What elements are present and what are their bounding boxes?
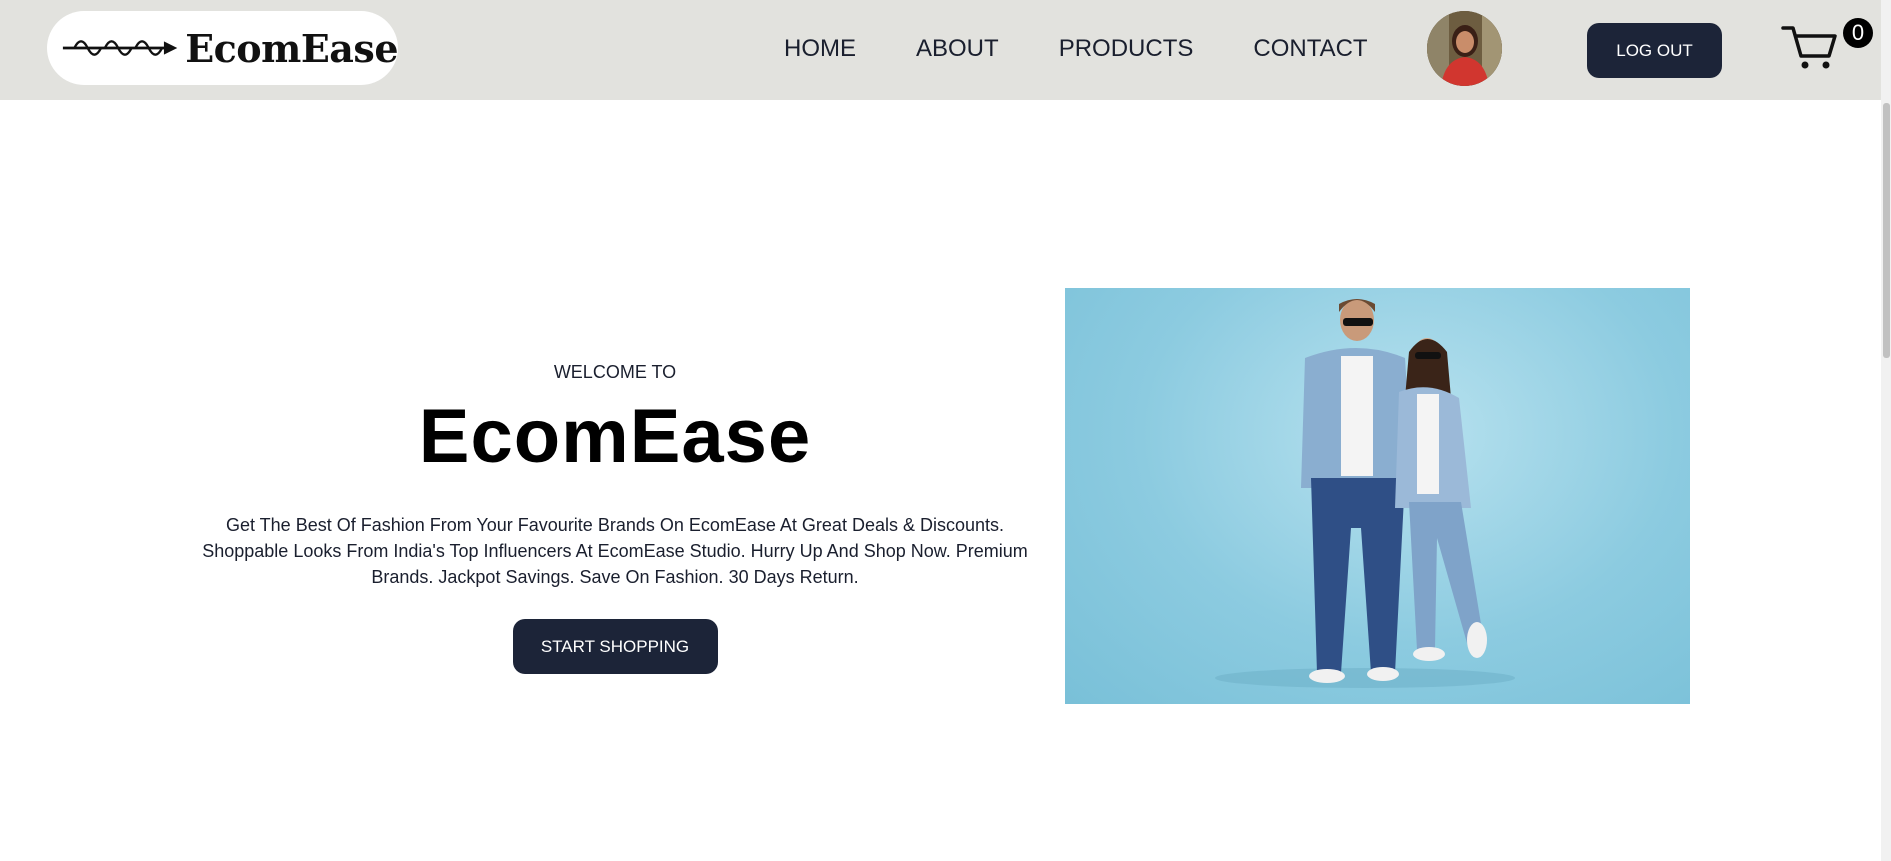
hero-text: WELCOME TO EcomEase Get The Best Of Fash… — [190, 360, 1040, 674]
hero-title: EcomEase — [418, 394, 812, 479]
brand-logo[interactable]: EcomEase — [47, 11, 398, 85]
hero-description: Get The Best Of Fashion From Your Favour… — [202, 515, 1028, 587]
scrollbar-thumb[interactable] — [1883, 103, 1890, 358]
main-nav: HOME ABOUT PRODUCTS CONTACT — [784, 34, 1428, 64]
hero-photo — [1215, 299, 1515, 688]
cart-icon[interactable] — [1781, 22, 1841, 72]
top-header: EcomEase HOME ABOUT PRODUCTS CONTACT LOG… — [0, 0, 1891, 100]
hero-image — [1065, 288, 1690, 704]
nav-contact[interactable]: CONTACT — [1253, 34, 1367, 64]
hero-welcome: WELCOME TO — [553, 362, 677, 382]
nav-products[interactable]: PRODUCTS — [1059, 34, 1194, 64]
nav-home[interactable]: HOME — [784, 34, 856, 64]
logo-text: EcomEase — [185, 25, 398, 71]
nav-about[interactable]: ABOUT — [916, 34, 999, 64]
avatar-image — [1427, 11, 1502, 86]
page: EcomEase HOME ABOUT PRODUCTS CONTACT LOG… — [0, 0, 1891, 861]
wave-arrow-icon — [62, 40, 178, 56]
start-shopping-button[interactable]: START SHOPPING — [512, 619, 718, 674]
user-avatar[interactable] — [1427, 11, 1502, 86]
cart-count-badge: 0 — [1843, 18, 1873, 48]
logout-button[interactable]: LOG OUT — [1587, 23, 1722, 78]
